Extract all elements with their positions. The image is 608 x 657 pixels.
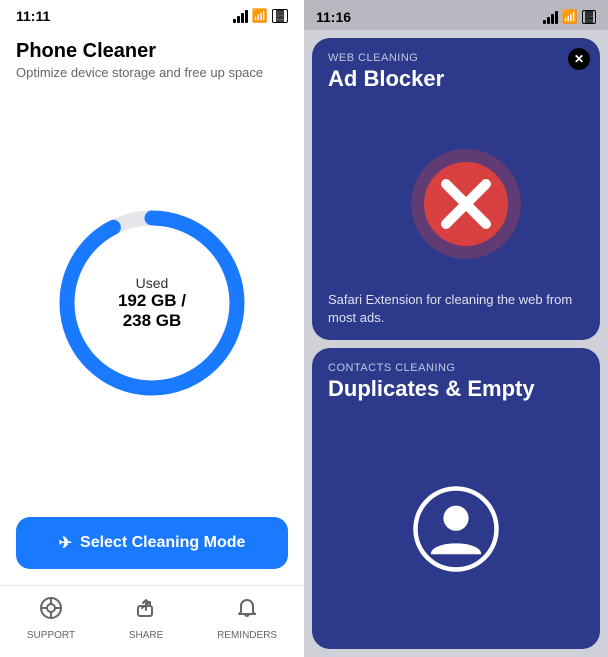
signal-icon-right (543, 11, 558, 24)
wifi-icon-right: 📶 (562, 9, 578, 25)
app-subtitle: Optimize device storage and free up spac… (16, 65, 288, 80)
donut-label: Used (102, 275, 202, 291)
card1-icon-area (312, 100, 600, 287)
status-icons-right: 📶 ▓ (543, 9, 596, 25)
nav-item-reminders[interactable]: REMINDERS (217, 596, 277, 641)
support-icon (39, 596, 63, 626)
app-title: Phone Cleaner (16, 40, 288, 63)
status-bar-left: 11:11 📶 ▓ (0, 0, 304, 28)
wifi-icon: 📶 (252, 8, 268, 24)
select-cleaning-mode-button[interactable]: ✈ Select Cleaning Mode (16, 517, 288, 569)
status-icons-left: 📶 ▓ (233, 8, 288, 24)
card1-title: Ad Blocker (312, 66, 600, 100)
bottom-nav: SUPPORT SHARE REMINDERS (0, 585, 304, 657)
battery-icon-right: ▓ (582, 10, 596, 24)
donut-value: 192 GB / 238 GB (102, 291, 202, 331)
send-icon: ✈ (59, 533, 72, 553)
signal-icon (233, 10, 248, 23)
close-button-card1[interactable]: ✕ (568, 48, 590, 70)
card-web-cleaning: ✕ WEB CLEANING Ad Blocker Safari Extensi… (312, 38, 600, 340)
card1-description: Safari Extension for cleaning the web fr… (312, 287, 600, 339)
nav-item-share[interactable]: SHARE (129, 596, 163, 641)
left-panel: 11:11 📶 ▓ Phone Cleaner Optimize device … (0, 0, 304, 657)
card2-category: CONTACTS CLEANING (312, 348, 600, 376)
status-bar-right: 11:16 📶 ▓ (304, 0, 608, 30)
right-panel: 11:16 📶 ▓ ✕ WEB CLEANING Ad Blocker (304, 0, 608, 657)
battery-icon: ▓ (272, 9, 288, 23)
card2-icon-area (312, 410, 600, 650)
time-right: 11:16 (316, 9, 351, 25)
donut-chart: Used 192 GB / 238 GB (52, 203, 252, 403)
storage-chart-area: Used 192 GB / 238 GB (0, 88, 304, 517)
bell-icon (235, 596, 259, 626)
nav-item-support[interactable]: SUPPORT (27, 596, 75, 641)
donut-center: Used 192 GB / 238 GB (102, 275, 202, 331)
share-icon (134, 596, 158, 626)
time-left: 11:11 (16, 8, 50, 24)
card1-category: WEB CLEANING (312, 38, 600, 66)
cards-area: ✕ WEB CLEANING Ad Blocker Safari Extensi… (304, 30, 608, 657)
contact-icon (411, 484, 501, 574)
card-contacts-cleaning: CONTACTS CLEANING Duplicates & Empty (312, 348, 600, 650)
nav-label-share: SHARE (129, 630, 163, 641)
nav-label-support: SUPPORT (27, 630, 75, 641)
select-btn-label: Select Cleaning Mode (80, 534, 245, 552)
app-header: Phone Cleaner Optimize device storage an… (0, 28, 304, 88)
nav-label-reminders: REMINDERS (217, 630, 277, 641)
card2-title: Duplicates & Empty (312, 376, 600, 410)
ad-blocker-icon (406, 144, 506, 244)
